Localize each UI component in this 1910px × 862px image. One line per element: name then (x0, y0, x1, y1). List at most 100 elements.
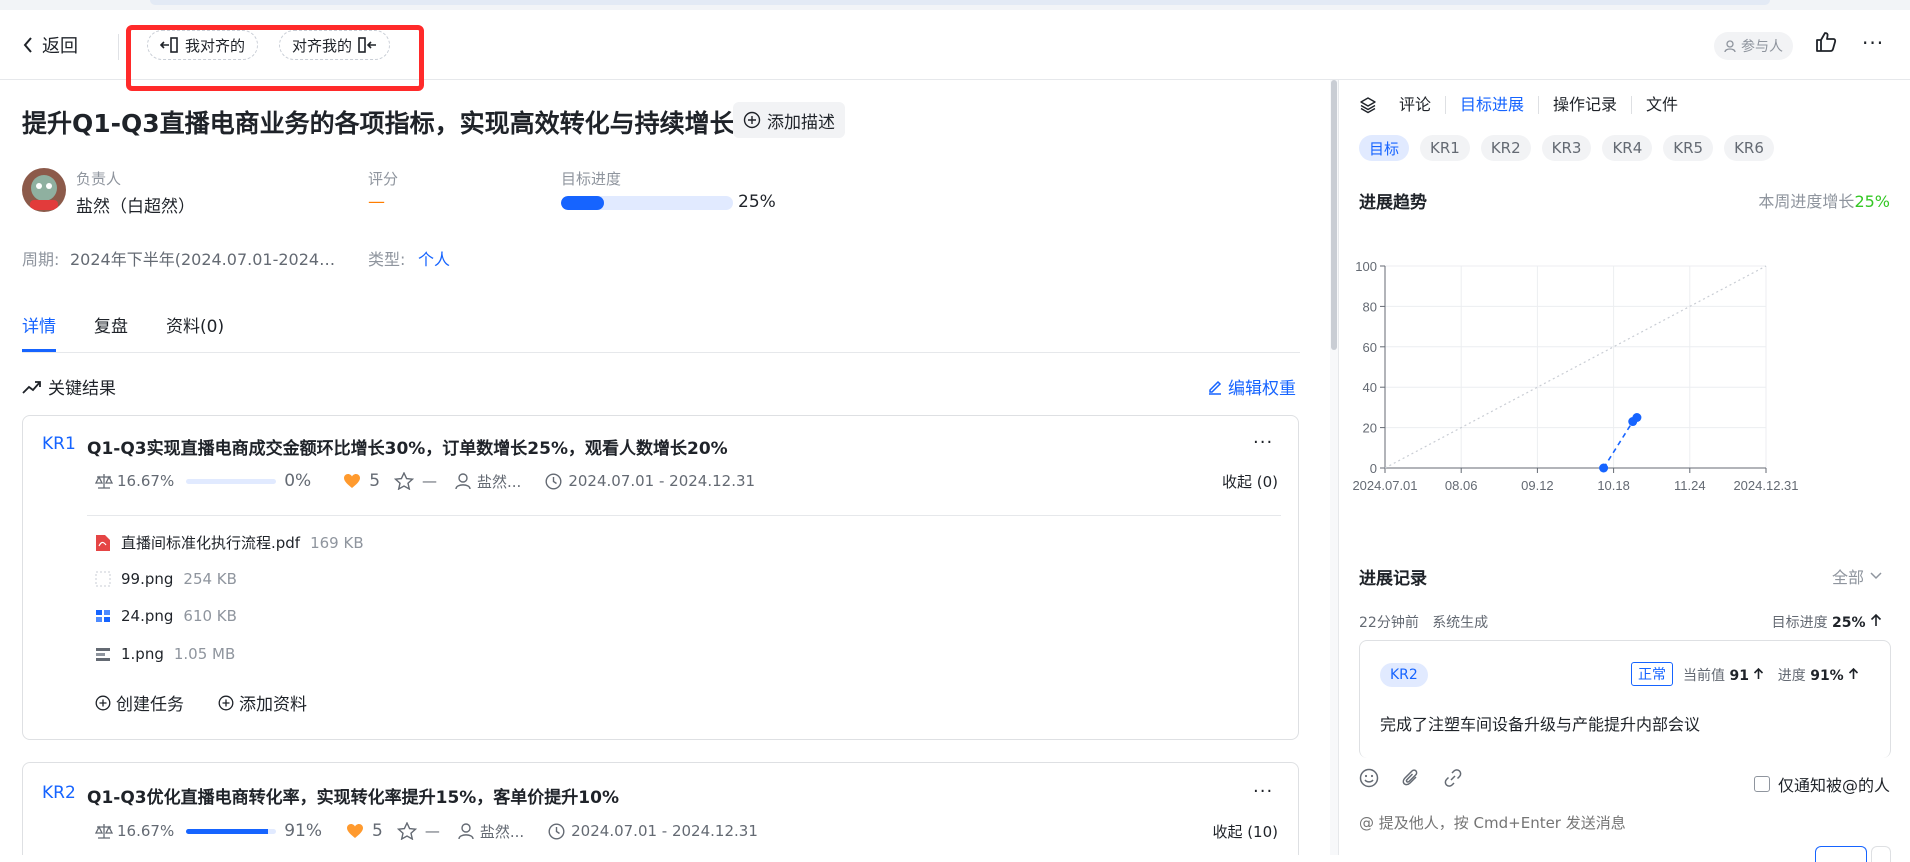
weight-scale-icon (95, 824, 113, 839)
kr-star-value: — (424, 822, 440, 840)
pdf-icon (96, 534, 110, 551)
file-item[interactable]: 24.png 610 KB (95, 607, 237, 625)
kr-card-2: KR2 Q1-Q3优化直播电商转化率，实现转化率提升15%，客单价提升10% ·… (22, 762, 1299, 855)
kr-title[interactable]: Q1-Q3实现直播电商成交金额环比增长30%，订单数增长25%，观看人数增长20… (87, 434, 728, 459)
kr-progress-value[interactable]: 0% (284, 471, 311, 491)
layers-icon[interactable] (1359, 96, 1377, 114)
avatar[interactable] (22, 168, 66, 212)
owner-label: 负责人 (76, 170, 122, 188)
chip-kr4[interactable]: KR4 (1602, 135, 1653, 161)
header-divider (118, 34, 119, 60)
record-text: 完成了注塑车间设备升级与产能提升内部会议 (1380, 715, 1701, 734)
edit-icon (1209, 380, 1222, 395)
x-tick-label: 2024.12.31 (1733, 478, 1798, 493)
star-icon[interactable] (394, 472, 415, 490)
add-description-label: 添加描述 (767, 112, 835, 133)
chip-objective[interactable]: 目标 (1359, 135, 1410, 161)
y-tick-label: 60 (1363, 340, 1377, 355)
kr-weight[interactable]: 16.67% (117, 822, 174, 840)
kr-collapse-button[interactable]: 收起 (10) (1212, 821, 1278, 842)
kr-tag[interactable]: KR1 (42, 434, 76, 454)
record-kr-tag[interactable]: KR2 (1380, 663, 1428, 687)
like-button[interactable] (1814, 30, 1838, 58)
current-value: 91 (1729, 668, 1749, 684)
send-button[interactable] (1815, 846, 1867, 862)
message-input[interactable] (1359, 814, 1879, 832)
score-value[interactable]: — (368, 192, 385, 212)
person-icon (458, 822, 474, 839)
chip-kr6[interactable]: KR6 (1724, 135, 1774, 161)
chip-kr2[interactable]: KR2 (1480, 135, 1531, 161)
kr-owner[interactable]: 盐然... (477, 471, 521, 492)
kr-more-icon[interactable]: ··· (1253, 781, 1273, 802)
kr-progress-bar (186, 828, 277, 834)
record-time: 22分钟前 (1359, 615, 1419, 631)
chip-kr5[interactable]: KR5 (1663, 135, 1714, 161)
progress-record-card: KR2 正常 当前值 91 进度 91% 完成了注塑车间设备升级与产能提升内部会… (1359, 640, 1891, 758)
kr-tag[interactable]: KR2 (42, 783, 76, 803)
kr-owner[interactable]: 盐然... (480, 821, 524, 842)
clock-icon (548, 822, 565, 840)
attachment-icon[interactable] (1401, 768, 1421, 788)
thumbs-up-icon (1816, 32, 1837, 52)
create-task-label: 创建任务 (116, 695, 184, 715)
kr-progress-value[interactable]: 91% (284, 821, 322, 841)
heart-icon[interactable] (343, 473, 361, 489)
kr-title[interactable]: Q1-Q3优化直播电商转化率，实现转化率提升15%，客单价提升10% (87, 783, 619, 808)
heart-icon[interactable] (346, 823, 364, 839)
chip-kr3[interactable]: KR3 (1541, 135, 1592, 161)
chip-kr1[interactable]: KR1 (1420, 135, 1470, 161)
filter-label: 全部 (1831, 568, 1864, 587)
records-filter-dropdown[interactable]: 全部 (1832, 564, 1882, 588)
tab-materials[interactable]: 资料(0) (166, 312, 224, 352)
edit-weight-button[interactable]: 编辑权重 (1207, 374, 1296, 399)
tab-review[interactable]: 复盘 (94, 312, 128, 352)
x-tick-label: 11.24 (1674, 478, 1706, 493)
person-icon (1724, 39, 1736, 52)
x-tick-label: 2024.07.01 (1352, 478, 1417, 493)
tab-files[interactable]: 文件 (1632, 96, 1692, 114)
create-task-button[interactable]: 创建任务 (95, 690, 184, 715)
tab-comments[interactable]: 评论 (1385, 96, 1447, 114)
image-icon (96, 610, 110, 622)
left-scrollbar[interactable] (1330, 80, 1338, 855)
tab-details[interactable]: 详情 (22, 312, 56, 352)
owner-name[interactable]: 盐然（白超然） (76, 192, 195, 217)
image-icon (95, 571, 111, 587)
more-menu-icon[interactable]: ··· (1862, 33, 1884, 53)
back-button[interactable]: 返回 (22, 32, 78, 58)
tab-operation-log[interactable]: 操作记录 (1539, 96, 1633, 114)
y-tick-label: 100 (1355, 259, 1377, 274)
kr-date-range[interactable]: 2024.07.01 - 2024.12.31 (568, 472, 755, 490)
objective-detail-pane: 提升Q1-Q3直播电商业务的各项指标，实现高效转化与持续增长 添加描述 负责人 … (0, 80, 1320, 855)
file-item[interactable]: 99.png 254 KB (95, 570, 237, 588)
checkbox[interactable] (1753, 776, 1770, 792)
kr-date-range[interactable]: 2024.07.01 - 2024.12.31 (571, 822, 758, 840)
week-growth-label: 本周进度增长 (1758, 192, 1855, 211)
file-item[interactable]: 1.png 1.05 MB (95, 645, 235, 663)
send-options-button[interactable] (1871, 846, 1891, 862)
type-value[interactable]: 个人 (418, 246, 450, 270)
back-label: 返回 (42, 36, 78, 57)
add-description-button[interactable]: 添加描述 (733, 102, 845, 138)
kr-card-1: KR1 Q1-Q3实现直播电商成交金额环比增长30%，订单数增长25%，观看人数… (22, 415, 1299, 740)
participants-button[interactable]: 参与人 (1714, 32, 1793, 60)
key-results-header: 关键结果 (22, 374, 116, 399)
progress-label: 进度 (1777, 668, 1806, 684)
star-icon[interactable] (396, 822, 417, 840)
align-me-button[interactable]: 对齐我的 (279, 30, 391, 60)
kr-weight[interactable]: 16.67% (117, 472, 174, 490)
tab-goal-progress[interactable]: 目标进展 (1446, 96, 1540, 114)
emoji-icon[interactable] (1359, 768, 1379, 788)
link-icon[interactable] (1443, 768, 1463, 788)
align-mine-button[interactable]: 我对齐的 (147, 30, 259, 60)
chevron-left-icon (23, 37, 32, 53)
data-point (1599, 463, 1609, 473)
kr-more-icon[interactable]: ··· (1253, 432, 1273, 453)
notify-mentioned-only-checkbox[interactable]: 仅通知被@的人 (1753, 772, 1890, 796)
kr-collapse-button[interactable]: 收起 (0) (1222, 471, 1278, 492)
week-growth: 本周进度增长25% (1758, 188, 1890, 212)
chevron-down-icon (1870, 572, 1882, 580)
add-material-button[interactable]: 添加资料 (218, 690, 307, 715)
file-item[interactable]: 直播间标准化执行流程.pdf 169 KB (95, 532, 364, 553)
